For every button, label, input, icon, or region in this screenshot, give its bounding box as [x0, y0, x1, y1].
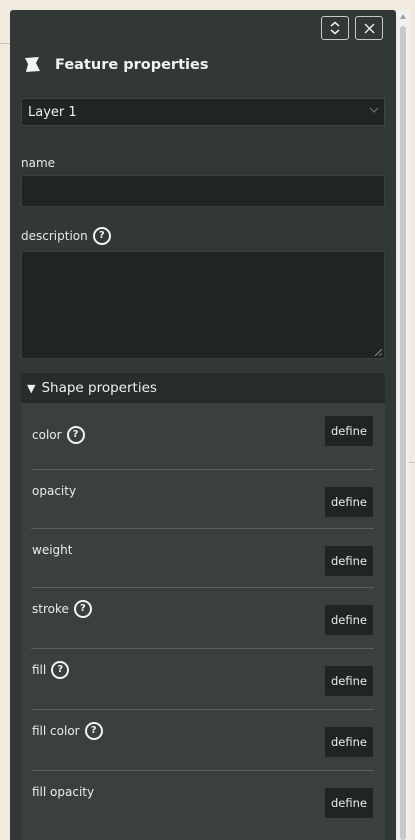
prop-label-row: color ?	[32, 426, 85, 444]
name-label: name	[21, 156, 56, 170]
scrollbar-thumb[interactable]	[400, 26, 406, 840]
prop-label: weight	[32, 543, 73, 557]
prop-row-opacity: opacity define	[31, 470, 374, 529]
panel-title: Feature properties	[55, 56, 209, 73]
help-icon[interactable]: ?	[73, 600, 92, 618]
prop-label: fill opacity	[32, 785, 95, 799]
feature-properties-panel: Feature properties Layer 1 name descript…	[10, 10, 396, 840]
caret-down-icon: ▼	[27, 381, 36, 395]
prop-row-fill-opacity: fill opacity define	[31, 771, 374, 831]
prop-label: stroke	[32, 602, 69, 616]
scroll-up-icon[interactable]	[400, 14, 406, 19]
prop-label-row: stroke ?	[32, 600, 92, 618]
define-fill-button[interactable]: define	[324, 665, 374, 697]
prop-label: fill color	[32, 724, 80, 738]
panel-scrollbar[interactable]	[397, 10, 409, 840]
help-icon[interactable]: ?	[66, 426, 85, 444]
prop-label: color	[32, 428, 62, 442]
expand-collapse-icon	[330, 21, 340, 35]
prop-label-row: opacity	[32, 484, 76, 498]
prop-row-fill-color: fill color ? define	[31, 710, 374, 771]
panel-header: Feature properties	[24, 56, 208, 73]
chevron-down-icon	[369, 105, 379, 118]
prop-label: opacity	[32, 484, 77, 498]
description-label-row: description ?	[21, 227, 111, 245]
help-icon[interactable]: ?	[51, 661, 70, 679]
prop-label-row: weight	[32, 543, 72, 557]
name-input[interactable]	[21, 175, 385, 207]
resize-handle-icon[interactable]	[375, 349, 382, 356]
prop-label-row: fill color ?	[32, 722, 103, 740]
help-icon[interactable]: ?	[84, 722, 103, 740]
shape-properties-fieldset: ▼ Shape properties color ? define opacit…	[21, 373, 385, 840]
polygon-icon	[25, 57, 40, 72]
prop-row-stroke: stroke ? define	[31, 588, 374, 649]
prop-label: fill	[32, 663, 47, 677]
layer-select[interactable]: Layer 1	[21, 98, 385, 126]
prop-row-color: color ? define	[31, 415, 374, 470]
define-fill-color-button[interactable]: define	[324, 726, 374, 758]
help-icon[interactable]: ?	[92, 227, 111, 245]
define-stroke-button[interactable]: define	[324, 604, 374, 636]
expand-button[interactable]	[321, 16, 349, 40]
prop-row-weight: weight define	[31, 529, 374, 588]
close-icon	[364, 23, 374, 33]
shape-properties-title: Shape properties	[41, 380, 157, 396]
map-road-line	[0, 43, 10, 44]
shape-properties-toggle[interactable]: ▼ Shape properties	[21, 373, 385, 403]
prop-label-row: fill opacity	[32, 785, 94, 799]
map-road-line	[408, 462, 415, 463]
define-weight-button[interactable]: define	[324, 545, 374, 577]
define-opacity-button[interactable]: define	[324, 486, 374, 518]
description-textarea[interactable]	[21, 251, 385, 359]
define-fill-opacity-button[interactable]: define	[324, 787, 374, 819]
prop-label-row: fill ?	[32, 661, 70, 679]
close-button[interactable]	[355, 16, 383, 40]
panel-toolbar	[321, 16, 383, 40]
layer-select-value: Layer 1	[28, 104, 77, 120]
description-label: description	[21, 229, 88, 243]
prop-row-fill: fill ? define	[31, 649, 374, 710]
define-color-button[interactable]: define	[324, 415, 374, 447]
